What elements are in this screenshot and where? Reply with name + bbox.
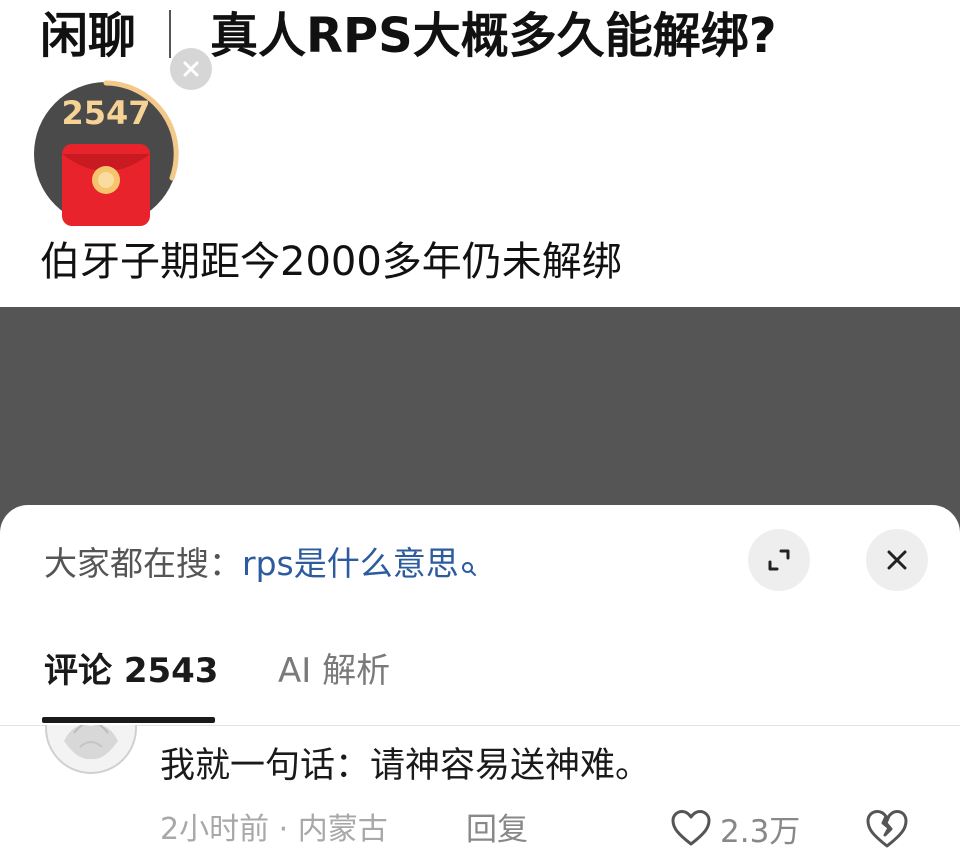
comment-location: 内蒙古 [297, 812, 388, 847]
hongbao-count: 2547 [61, 94, 151, 132]
close-sheet-button[interactable] [866, 529, 928, 591]
reply-button[interactable]: 回复 [466, 807, 528, 853]
search-suggestion-query[interactable]: rps是什么意思 [242, 544, 459, 583]
comment-text: 我就一句话：请神容易送神难。 [160, 746, 651, 786]
close-icon [887, 550, 907, 570]
like-button[interactable]: 2.3万 [670, 805, 800, 851]
comments-sheet: 大家都在搜：rps是什么意思 评论 2543 AI 解析 我就一句话：请神容易送… [0, 505, 960, 854]
post-category: 闲聊 [40, 8, 137, 64]
comment-time: 2小时前 [160, 812, 270, 847]
broken-heart-icon [866, 810, 908, 848]
heart-icon [671, 810, 711, 846]
post-body: 伯牙子期距今2000多年仍未解绑 [40, 239, 622, 285]
search-suggestion-label: 大家都在搜： [44, 544, 242, 583]
dislike-button[interactable] [864, 809, 910, 853]
tab-ai-analysis[interactable]: AI 解析 [278, 645, 390, 697]
post-card: 闲聊｜真人RPS大概多久能解绑? 2547 伯牙子期距今2000多年仍未解绑 [0, 0, 960, 307]
post-title-text: 真人RPS大概多久能解绑? [210, 8, 777, 64]
meta-dot: · [278, 812, 289, 847]
expand-icon [768, 549, 790, 571]
expand-button[interactable] [748, 529, 810, 591]
like-count: 2.3万 [720, 813, 801, 850]
close-icon [183, 61, 199, 77]
screen: 闲聊｜真人RPS大概多久能解绑? 2547 伯牙子期距今2000多年仍未解绑 大… [0, 0, 960, 854]
search-suggestion[interactable]: 大家都在搜：rps是什么意思 [44, 541, 477, 589]
active-tab-indicator [42, 717, 215, 723]
comment-tabs: 评论 2543 AI 解析 [0, 645, 960, 726]
hongbao-widget[interactable]: 2547 [32, 80, 180, 228]
avatar[interactable] [44, 725, 138, 775]
search-icon [461, 543, 477, 589]
comment-meta: 2小时前 · 内蒙古 [160, 807, 388, 853]
post-title: 闲聊｜真人RPS大概多久能解绑? [40, 4, 777, 68]
tab-comments[interactable]: 评论 2543 [44, 645, 218, 697]
